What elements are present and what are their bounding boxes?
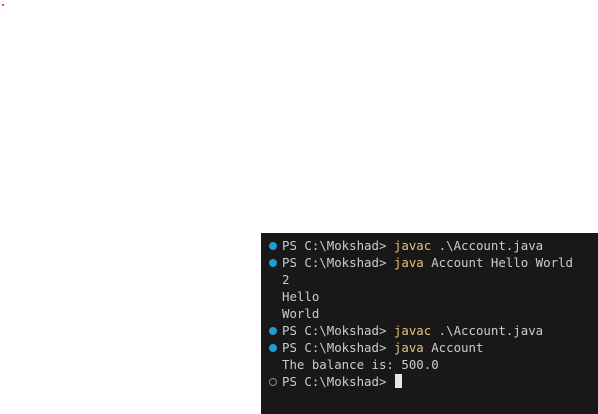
command-success-decoration-icon[interactable] (269, 241, 277, 250)
command-success-decoration-icon[interactable] (269, 343, 277, 352)
terminal-cursor[interactable] (394, 374, 402, 388)
terminal-command-line: PS C:\Mokshad> javac .\Account.java (261, 322, 598, 339)
command-name: java (393, 340, 424, 355)
shell-prompt: PS C:\Mokshad> (282, 255, 394, 270)
command-success-decoration-icon[interactable] (269, 258, 277, 267)
terminal-panel[interactable]: PS C:\Mokshad> javac .\Account.java PS C:… (261, 233, 598, 414)
terminal-command-line: PS C:\Mokshad> java Account (261, 339, 598, 356)
command-name: javac (393, 323, 432, 338)
shell-prompt: PS C:\Mokshad> (282, 340, 394, 355)
command-arguments: Account Hello World (423, 255, 573, 270)
terminal-output-line: Hello (261, 288, 598, 305)
output-text: World (282, 306, 320, 321)
command-success-decoration-icon[interactable] (269, 326, 277, 335)
command-arguments: .\Account.java (431, 238, 544, 253)
corner-marker (2, 4, 4, 6)
terminal-output: PS C:\Mokshad> javac .\Account.java PS C:… (261, 237, 598, 390)
output-text: The balance is: 500.0 (282, 357, 439, 372)
shell-prompt: PS C:\Mokshad> (282, 238, 394, 253)
output-text: 2 (282, 272, 290, 287)
command-arguments: .\Account.java (431, 323, 544, 338)
shell-prompt: PS C:\Mokshad> (282, 323, 394, 338)
command-arguments: Account (423, 340, 484, 355)
command-pending-decoration-icon[interactable] (269, 377, 277, 386)
terminal-output-line: The balance is: 500.0 (261, 356, 598, 373)
terminal-command-line: PS C:\Mokshad> (261, 373, 598, 390)
command-name: java (393, 255, 424, 270)
terminal-output-line: 2 (261, 271, 598, 288)
output-text: Hello (282, 289, 320, 304)
terminal-command-line: PS C:\Mokshad> java Account Hello World (261, 254, 598, 271)
command-name: javac (393, 238, 432, 253)
shell-prompt: PS C:\Mokshad> (282, 374, 394, 389)
terminal-command-line: PS C:\Mokshad> javac .\Account.java (261, 237, 598, 254)
terminal-output-line: World (261, 305, 598, 322)
